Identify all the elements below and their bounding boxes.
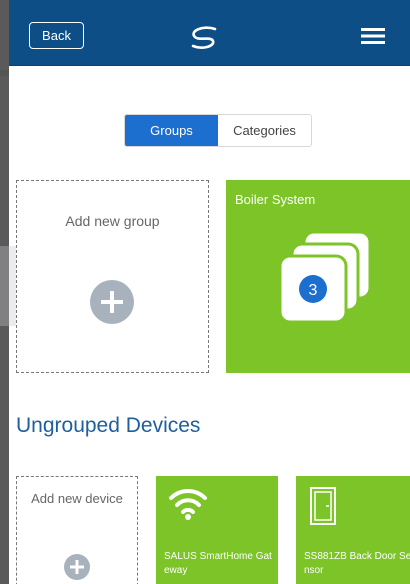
- device-tile-gateway[interactable]: SALUS SmartHome Gateway: [156, 476, 278, 584]
- device-name: SALUS SmartHome Gateway: [164, 551, 272, 576]
- wifi-icon: [169, 488, 207, 520]
- ungrouped-devices-title: Ungrouped Devices: [16, 414, 201, 437]
- group-tile-boiler-system[interactable]: Boiler System 3: [226, 180, 410, 373]
- frame-bar: [0, 70, 9, 76]
- stacked-devices-icon: 3: [278, 230, 372, 324]
- hamburger-menu-icon[interactable]: [361, 28, 385, 44]
- tab-categories[interactable]: Categories: [218, 115, 311, 146]
- plus-icon[interactable]: [90, 280, 134, 324]
- group-name: Boiler System: [235, 192, 316, 207]
- add-device-label: Add new device: [31, 491, 123, 506]
- plus-icon[interactable]: [64, 554, 90, 580]
- group-count: 3: [309, 282, 318, 299]
- back-button[interactable]: Back: [29, 22, 84, 49]
- add-group-label: Add new group: [65, 213, 160, 229]
- device-name: SS881ZB Back Door Sensor: [304, 551, 410, 576]
- add-group-card[interactable]: Add new group: [16, 180, 209, 373]
- device-tile-door-sensor[interactable]: SS881ZB Back Door Sensor: [296, 476, 410, 584]
- door-icon: [310, 487, 336, 525]
- add-device-card[interactable]: Add new device: [16, 476, 138, 584]
- salus-s-logo-icon: [191, 26, 217, 49]
- tab-groups[interactable]: Groups: [125, 115, 218, 146]
- view-toggle: Groups Categories: [124, 114, 312, 147]
- app-header: Back: [9, 0, 410, 66]
